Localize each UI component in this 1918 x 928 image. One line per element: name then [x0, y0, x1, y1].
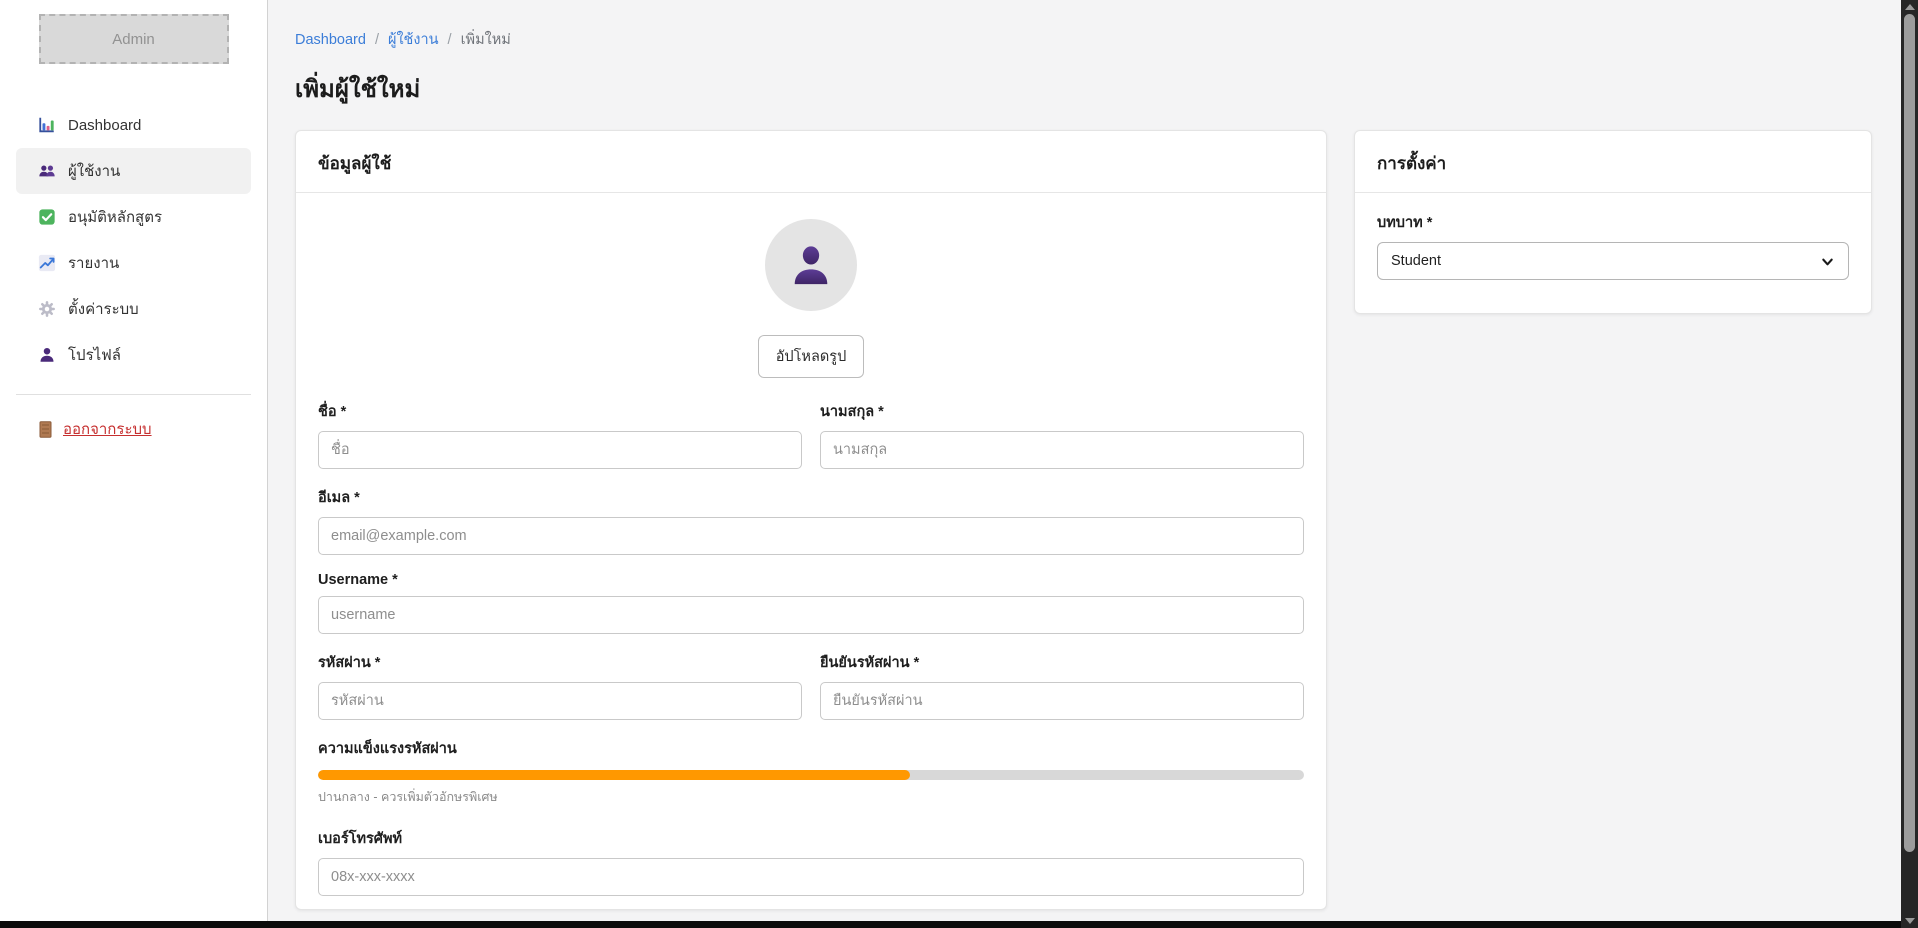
breadcrumb: Dashboard / ผู้ใช้งาน / เพิ่มใหม่	[295, 28, 1890, 51]
main-content: Dashboard / ผู้ใช้งาน / เพิ่มใหม่ เพิ่มผ…	[268, 0, 1918, 928]
confirm-password-input[interactable]	[820, 682, 1304, 720]
scrollbar-up-arrow[interactable]	[1901, 0, 1918, 14]
sidebar-menu: Dashboard ผู้ใช้งาน	[0, 102, 267, 378]
scrollbar-down-arrow[interactable]	[1901, 914, 1918, 928]
sidebar-item-profile[interactable]: โปรไฟล์	[16, 332, 251, 378]
user-info-card-title: ข้อมูลผู้ใช้	[296, 131, 1326, 193]
settings-card-body: บทบาท * Student	[1355, 193, 1871, 280]
settings-card: การตั้งค่า บทบาท * Student	[1354, 130, 1872, 314]
avatar-person-icon	[788, 242, 834, 288]
username-label: Username *	[318, 572, 1304, 588]
sidebar-item-reports[interactable]: รายงาน	[16, 240, 251, 286]
sidebar-item-label: อนุมัติหลักสูตร	[68, 205, 162, 229]
breadcrumb-dashboard[interactable]: Dashboard	[295, 32, 366, 48]
email-input[interactable]	[318, 517, 1304, 555]
cards-row: ข้อมูลผู้ใช้	[295, 130, 1890, 910]
door-logout-icon	[38, 421, 53, 438]
avatar	[765, 219, 857, 311]
sidebar-item-label: Dashboard	[68, 117, 141, 134]
sidebar-divider	[16, 394, 251, 395]
phone-label: เบอร์โทรศัพท์	[318, 827, 1304, 850]
first-name-group: ชื่อ *	[318, 400, 802, 469]
user-info-card-body: อัปโหลดรูป ชื่อ * นามสกุล * อีเม	[296, 193, 1326, 896]
app-root: Admin Dashboard	[0, 0, 1918, 928]
check-approve-icon	[38, 208, 56, 226]
vertical-scrollbar[interactable]	[1901, 0, 1918, 928]
sidebar-item-label: ผู้ใช้งาน	[68, 159, 120, 183]
logout-label: ออกจากระบบ	[63, 417, 152, 441]
sidebar: Admin Dashboard	[0, 0, 268, 928]
users-icon	[38, 162, 56, 180]
user-info-card: ข้อมูลผู้ใช้	[295, 130, 1327, 910]
sidebar-item-approve-courses[interactable]: อนุมัติหลักสูตร	[16, 194, 251, 240]
scrollbar-thumb[interactable]	[1904, 14, 1915, 852]
password-strength-block: ความแข็งแรงรหัสผ่าน ปานกลาง - ควรเพิ่มตั…	[318, 737, 1304, 807]
bottom-bar	[0, 921, 1901, 928]
chart-increasing-icon	[38, 254, 56, 272]
chevron-down-icon	[1820, 254, 1835, 269]
breadcrumb-separator: /	[448, 32, 452, 48]
logo-text: Admin	[112, 31, 155, 48]
sidebar-item-label: โปรไฟล์	[68, 343, 121, 367]
password-strength-fill	[318, 770, 910, 780]
password-label: รหัสผ่าน *	[318, 651, 802, 674]
breadcrumb-current: เพิ่มใหม่	[461, 28, 511, 51]
dashboard-icon	[38, 116, 56, 134]
first-name-input[interactable]	[318, 431, 802, 469]
gear-icon	[38, 300, 56, 318]
logo-placeholder: Admin	[39, 14, 229, 64]
last-name-label: นามสกุล *	[820, 400, 1304, 423]
sidebar-item-users[interactable]: ผู้ใช้งาน	[16, 148, 251, 194]
last-name-group: นามสกุล *	[820, 400, 1304, 469]
person-icon	[38, 346, 56, 364]
password-strength-track	[318, 770, 1304, 780]
phone-input[interactable]	[318, 858, 1304, 896]
password-strength-message: ปานกลาง - ควรเพิ่มตัวอักษรพิเศษ	[318, 787, 1304, 807]
role-label: บทบาท *	[1377, 211, 1849, 234]
last-name-input[interactable]	[820, 431, 1304, 469]
sidebar-item-dashboard[interactable]: Dashboard	[16, 102, 251, 148]
sidebar-item-label: รายงาน	[68, 251, 119, 275]
avatar-block: อัปโหลดรูป	[318, 219, 1304, 378]
settings-card-title: การตั้งค่า	[1355, 131, 1871, 193]
role-select-value: Student	[1391, 253, 1441, 269]
role-select[interactable]: Student	[1377, 242, 1849, 280]
breadcrumb-separator: /	[375, 32, 379, 48]
sidebar-item-label: ตั้งค่าระบบ	[68, 297, 139, 321]
email-group: อีเมล *	[318, 486, 1304, 555]
email-label: อีเมล *	[318, 486, 1304, 509]
password-group: รหัสผ่าน *	[318, 651, 802, 720]
confirm-password-group: ยืนยันรหัสผ่าน *	[820, 651, 1304, 720]
phone-group: เบอร์โทรศัพท์	[318, 827, 1304, 896]
password-strength-label: ความแข็งแรงรหัสผ่าน	[318, 737, 1304, 760]
logout-link[interactable]: ออกจากระบบ	[16, 417, 251, 441]
first-name-label: ชื่อ *	[318, 400, 802, 423]
confirm-password-label: ยืนยันรหัสผ่าน *	[820, 651, 1304, 674]
username-input[interactable]	[318, 596, 1304, 634]
page-title: เพิ่มผู้ใช้ใหม่	[295, 69, 1890, 108]
upload-photo-button[interactable]: อัปโหลดรูป	[758, 335, 865, 378]
sidebar-item-system-settings[interactable]: ตั้งค่าระบบ	[16, 286, 251, 332]
username-group: Username *	[318, 572, 1304, 634]
breadcrumb-users[interactable]: ผู้ใช้งาน	[388, 28, 439, 51]
password-input[interactable]	[318, 682, 802, 720]
